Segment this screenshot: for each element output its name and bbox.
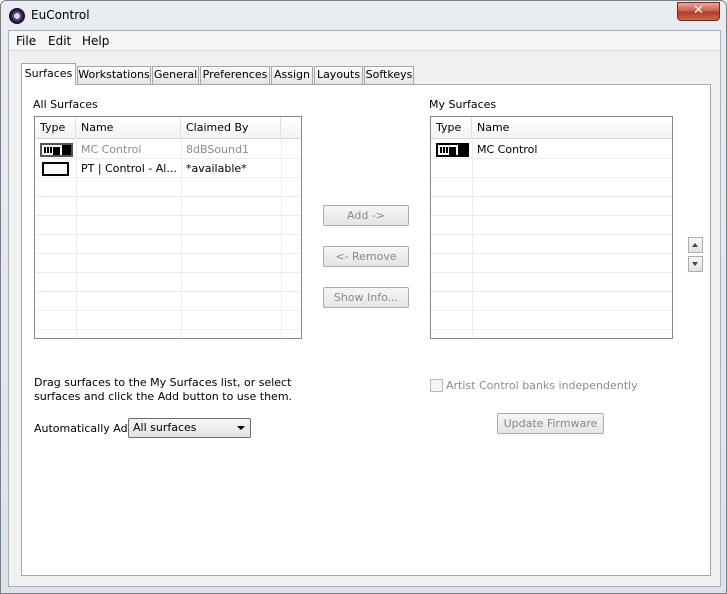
tab-surfaces[interactable]: Surfaces [21,63,76,85]
column-type[interactable]: Type [431,117,472,139]
surface-name: MC Control [477,143,538,156]
tab-workstations[interactable]: Workstations [77,66,151,84]
remove-button[interactable]: <- Remove [323,246,409,267]
menu-bar: File Edit Help [9,31,720,51]
artist-control-label: Artist Control banks independently [446,379,638,392]
tab-general[interactable]: General [152,66,199,84]
column-name[interactable]: Name [472,117,672,139]
move-down-button[interactable] [688,256,703,272]
tab-layouts[interactable]: Layouts [314,66,363,84]
app-window: EuControl ✕ File Edit Help Surfaces Work… [0,0,727,594]
update-firmware-button[interactable]: Update Firmware [497,413,604,434]
auto-add-select[interactable]: All surfaces [128,418,251,438]
arrow-down-icon [692,262,698,266]
tab-assign[interactable]: Assign [271,66,313,84]
client-area: File Edit Help Surfaces Workstations Gen… [8,30,721,587]
menu-help[interactable]: Help [82,34,109,48]
title-bar[interactable]: EuControl ✕ [1,1,726,30]
all-surfaces-heading: All Surfaces [33,98,98,111]
control-surface-icon [436,143,469,157]
window-title: EuControl [31,8,90,22]
app-logo-icon [9,8,25,24]
column-name[interactable]: Name [76,117,181,139]
surface-name: PT | Control - Al... [81,162,177,175]
chevron-down-icon [237,426,245,430]
menu-edit[interactable]: Edit [48,34,71,48]
menu-file[interactable]: File [16,34,36,48]
tab-softkeys[interactable]: Softkeys [364,66,414,84]
column-type[interactable]: Type [35,117,76,139]
move-up-button[interactable] [688,237,703,253]
add-button[interactable]: Add -> [323,205,409,226]
all-surfaces-header: Type Name Claimed By [35,117,301,139]
close-button[interactable]: ✕ [677,2,720,21]
control-surface-icon [40,143,73,157]
surfaces-panel: All Surfaces Type Name Claimed By MC Con… [21,84,711,576]
my-surfaces-header: Type Name [431,117,672,139]
all-surfaces-list[interactable]: Type Name Claimed By MC Control 8dBSound… [34,116,302,339]
surface-name: MC Control [81,143,142,156]
auto-add-label: Automatically Add: [34,422,139,435]
arrow-up-icon [692,243,698,247]
my-surfaces-heading: My Surfaces [429,98,497,111]
surface-claimed-by: *available* [186,162,247,175]
surface-claimed-by: 8dBSound1 [186,143,249,156]
auto-add-value: All surfaces [133,421,197,434]
drag-hint-text: Drag surfaces to the My Surfaces list, o… [34,376,293,403]
column-claimed-by[interactable]: Claimed By [181,117,281,139]
my-surfaces-list[interactable]: Type Name MC Control [430,116,673,339]
blank-surface-icon [42,162,69,176]
show-info-button[interactable]: Show Info... [323,287,409,308]
tab-preferences[interactable]: Preferences [200,66,270,84]
artist-control-checkbox[interactable] [430,379,443,392]
